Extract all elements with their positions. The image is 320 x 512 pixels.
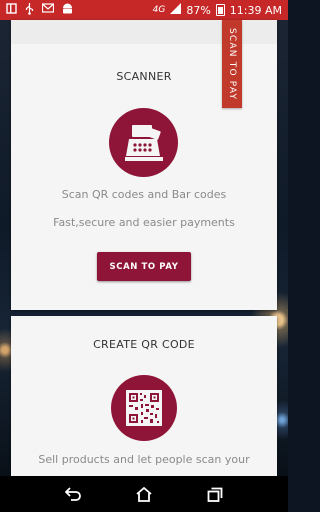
battery-percent: 87% bbox=[186, 3, 211, 17]
scan-to-pay-side-tab[interactable]: SCAN TO PAY bbox=[222, 20, 242, 108]
side-tab-label: SCAN TO PAY bbox=[227, 27, 237, 101]
create-qr-card: CREATE QR CODE Sell products and let peo… bbox=[11, 316, 277, 476]
tablet-icon bbox=[6, 3, 17, 17]
notification-icon bbox=[41, 3, 55, 17]
network-type: 4G bbox=[152, 5, 166, 15]
back-icon[interactable] bbox=[60, 481, 86, 507]
navigation-bar bbox=[0, 476, 288, 512]
scanner-description: Scan QR codes and Bar codes bbox=[61, 188, 227, 201]
recents-icon[interactable] bbox=[202, 481, 228, 507]
home-icon[interactable] bbox=[131, 481, 157, 507]
status-bar: 4G 87% 11:39 AM bbox=[0, 0, 288, 20]
cash-register-icon bbox=[109, 108, 178, 177]
android-icon bbox=[62, 3, 73, 18]
create-qr-title: CREATE QR CODE bbox=[93, 338, 195, 351]
usb-icon bbox=[25, 2, 34, 18]
scanner-subtitle: Fast,secure and easier payments bbox=[53, 216, 235, 229]
scan-to-pay-button[interactable]: SCAN TO PAY bbox=[97, 252, 191, 281]
create-qr-description: Sell products and let people scan your bbox=[38, 453, 250, 466]
battery-icon bbox=[215, 4, 225, 16]
qr-code-icon bbox=[111, 375, 177, 441]
clock-time: 11:39 AM bbox=[229, 3, 282, 17]
signal-icon bbox=[170, 3, 182, 17]
